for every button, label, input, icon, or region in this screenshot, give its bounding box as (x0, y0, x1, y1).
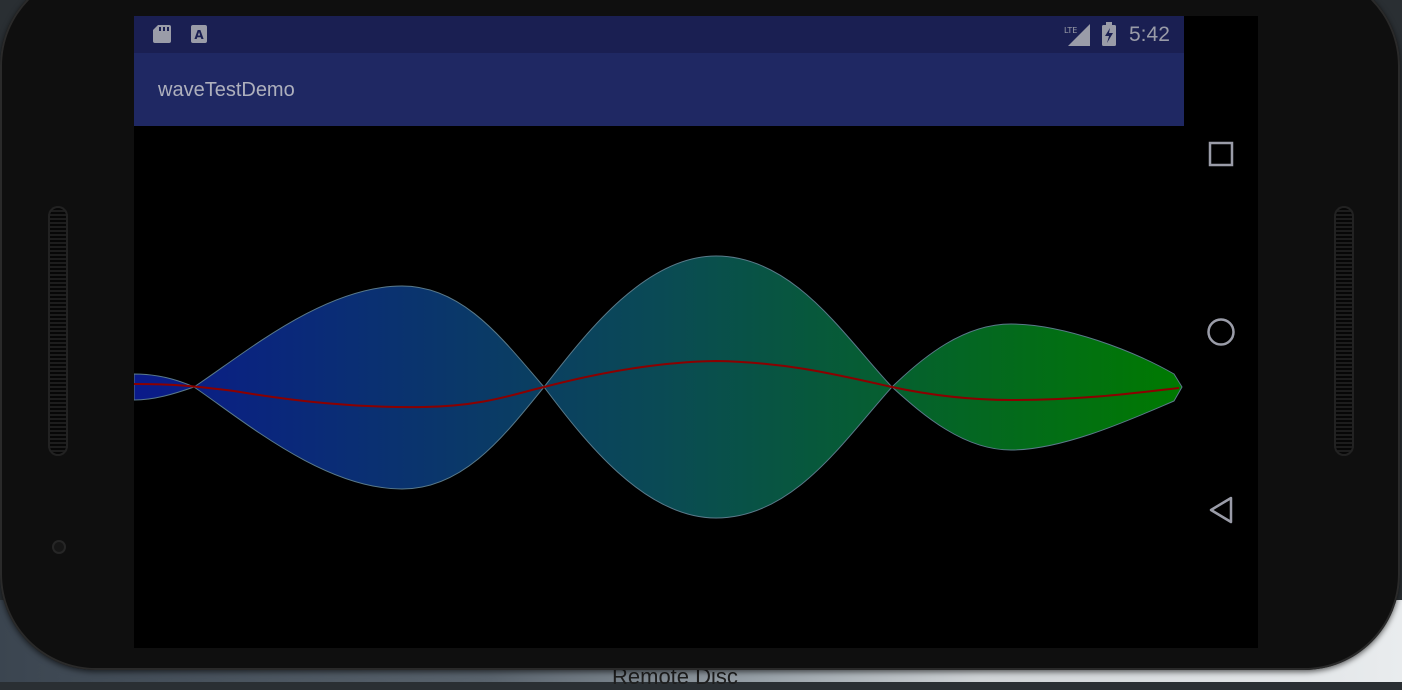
battery-charging-icon (1102, 22, 1116, 50)
svg-text:LTE: LTE (1064, 26, 1077, 35)
status-bar: A LTE 5:42 (134, 16, 1184, 53)
wave-envelope (134, 255, 1183, 519)
recents-square-icon[interactable] (1184, 124, 1258, 184)
right-speaker-grille (1334, 206, 1354, 456)
navigation-bar (1184, 16, 1258, 648)
left-speaker-grille (48, 206, 68, 456)
front-camera (52, 540, 66, 554)
svg-text:A: A (194, 28, 204, 42)
device-screen: A LTE 5:42 waveTestDemo (134, 16, 1258, 648)
home-circle-icon[interactable] (1184, 302, 1258, 362)
app-title: waveTestDemo (158, 79, 295, 101)
lte-signal-icon: LTE (1064, 24, 1090, 50)
phone-frame: A LTE 5:42 waveTestDemo (0, 0, 1400, 670)
wave-visualization (134, 255, 1183, 519)
keyboard-a-icon: A (190, 24, 208, 48)
sd-card-icon (152, 24, 172, 48)
app-toolbar: waveTestDemo (134, 53, 1184, 126)
back-triangle-icon[interactable] (1184, 480, 1258, 540)
clock: 5:42 (1129, 23, 1170, 46)
